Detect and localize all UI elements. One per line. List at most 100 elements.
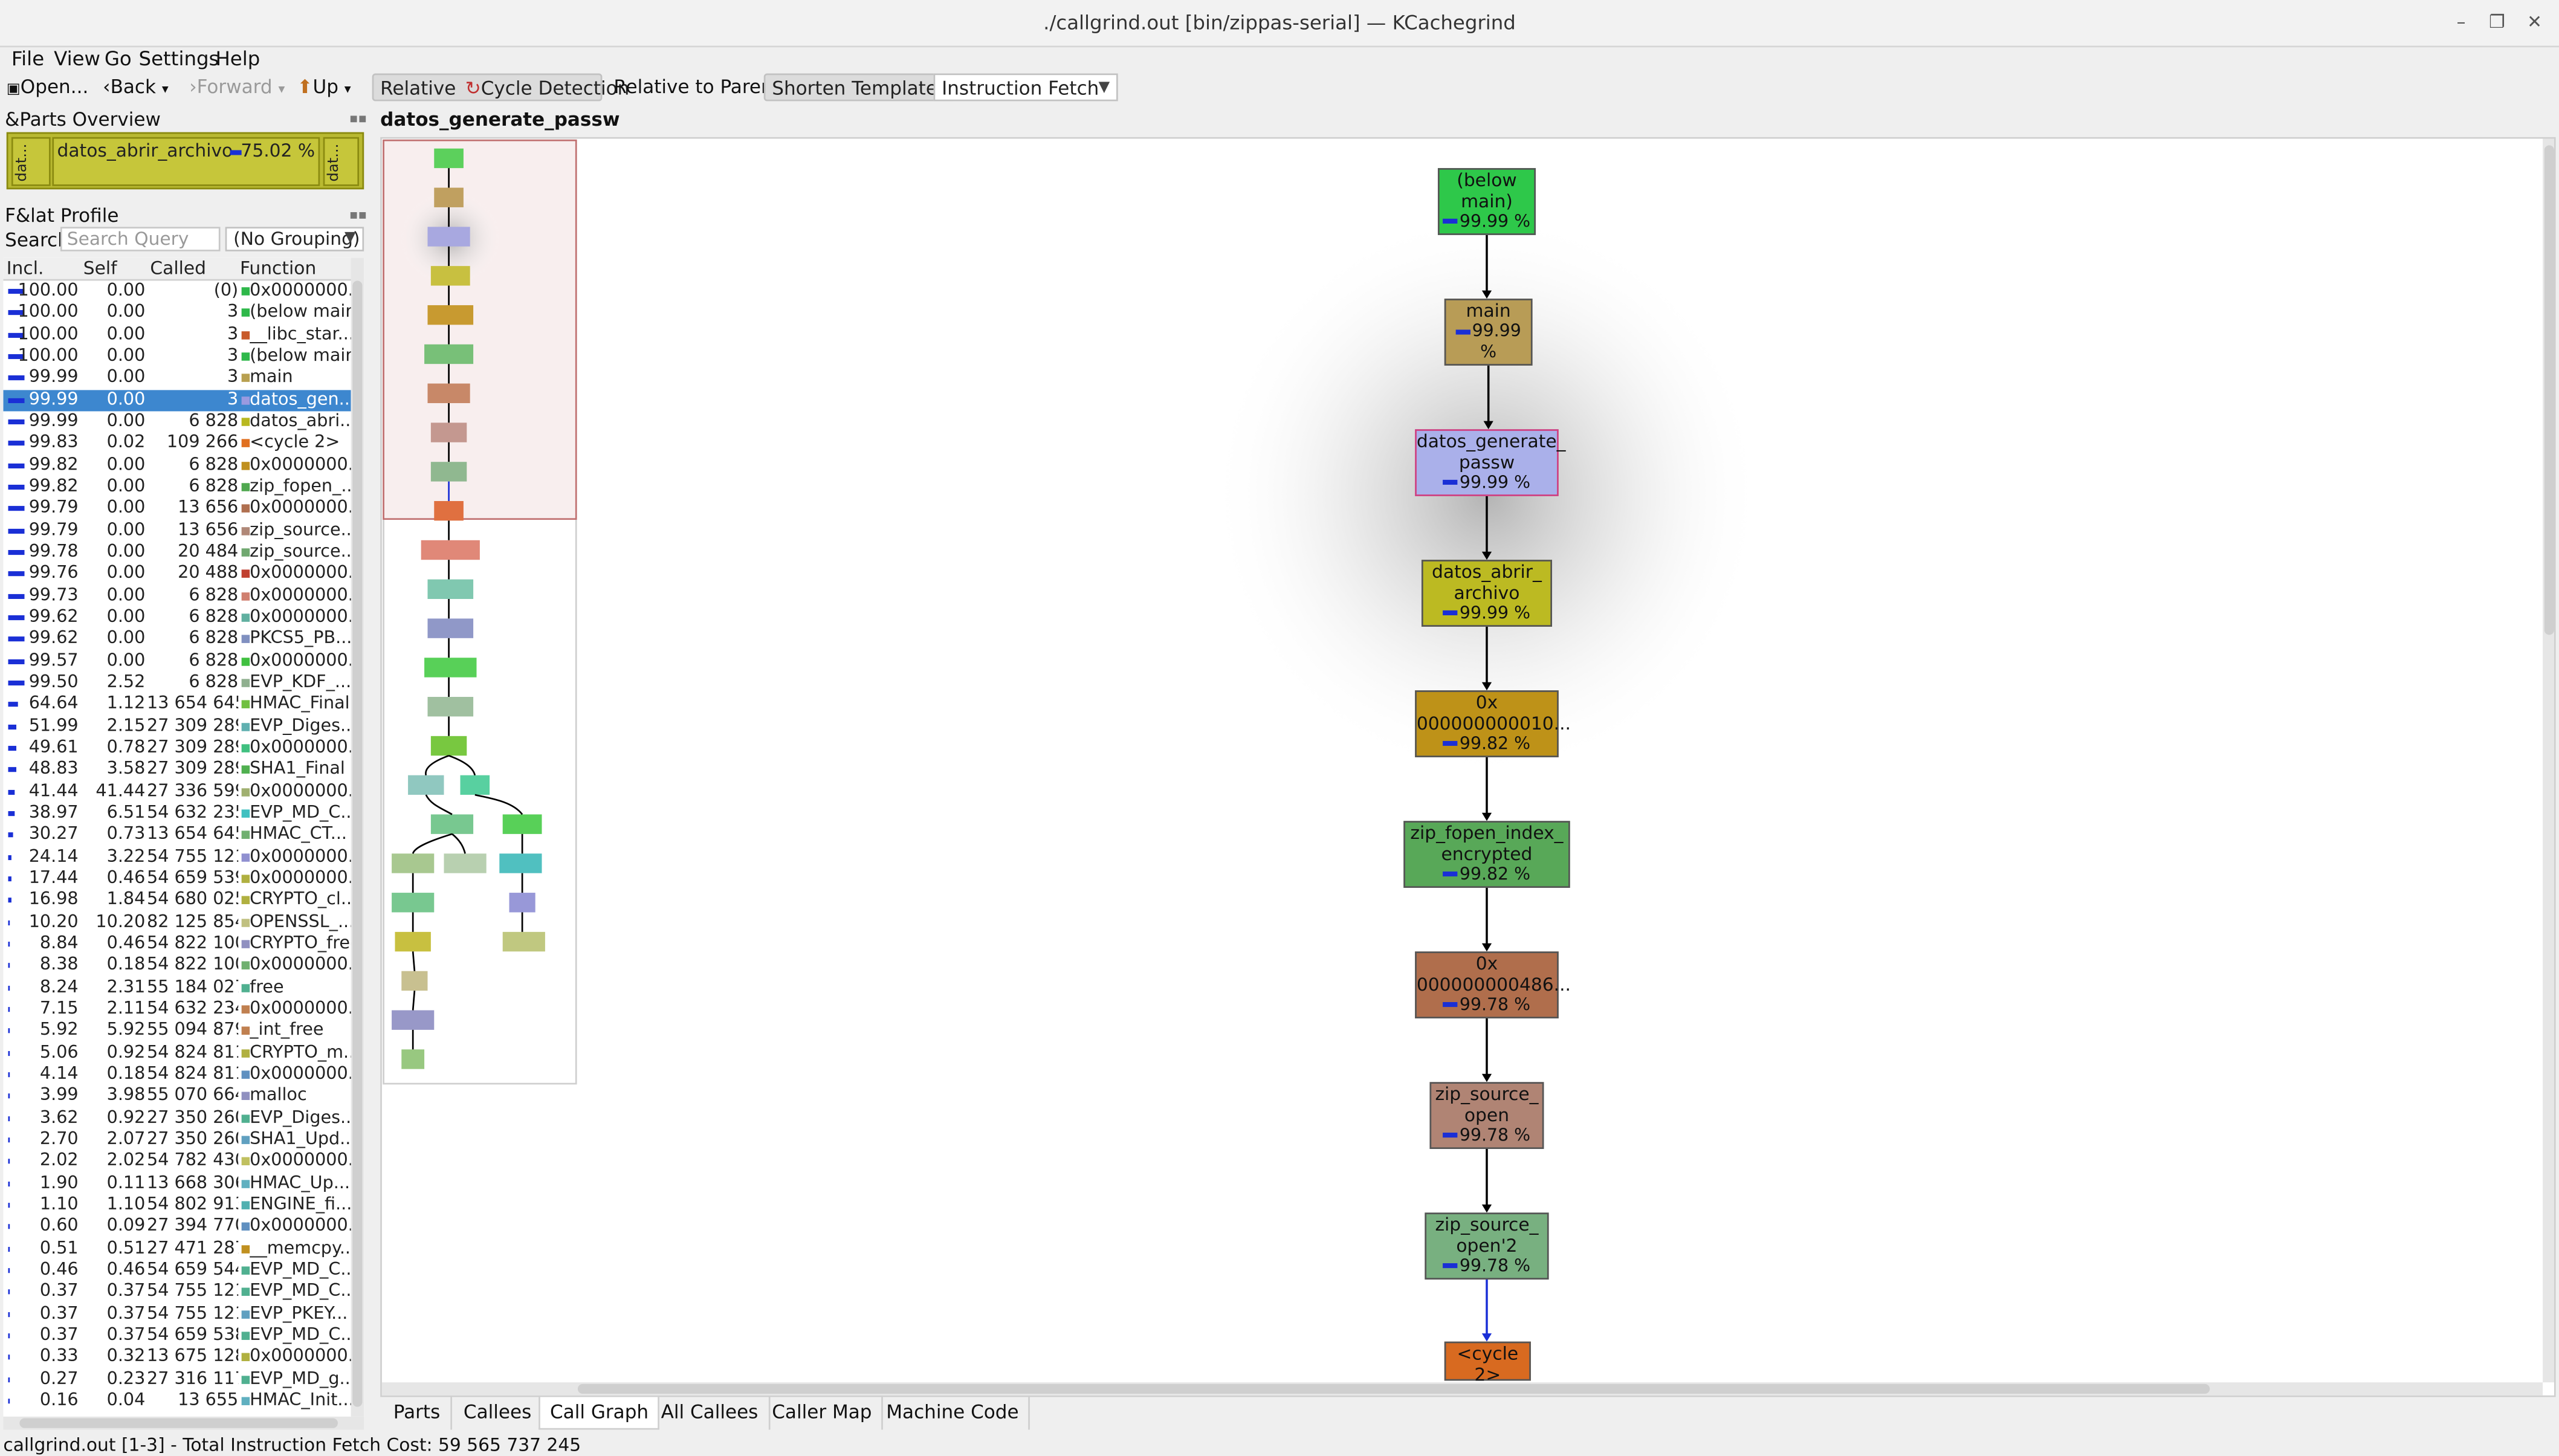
tab-caller-map[interactable]: Caller Map	[762, 1397, 884, 1430]
table-row[interactable]: 41.4441.4427 336 5990x0000000...	[3, 781, 352, 803]
col-incl[interactable]: Incl.	[7, 258, 44, 279]
table-row[interactable]: 99.99 0.00 3 datos_gen...	[3, 389, 352, 412]
table-row[interactable]: 0.60 0.0927 394 770 0x0000000...	[3, 1216, 352, 1238]
menu-help[interactable]: Help	[215, 47, 260, 70]
event-type-select[interactable]: Instruction Fetch ▼	[933, 73, 1118, 102]
table-row[interactable]: 2.70 2.07 27 350 260 SHA1_Upd...	[3, 1129, 352, 1151]
graph-node[interactable]: datos_generate_ passw 99.99 %	[1415, 429, 1566, 496]
graph-node[interactable]: zip_fopen_index_ encrypted 99.82 %	[1403, 821, 1570, 888]
restore-icon[interactable]: ❐	[2484, 10, 2510, 36]
tab-callees[interactable]: Callees	[454, 1397, 543, 1430]
table-row[interactable]: 0.33 0.3213 675 128 0x0000000...	[3, 1347, 352, 1368]
table-hscrollbar-thumb[interactable]	[19, 1418, 338, 1428]
back-menu-icon[interactable]: ▾	[162, 82, 169, 96]
overview-part-main[interactable]: datos_abrir_archivo 75.02 %	[52, 137, 320, 186]
table-row[interactable]: 2.022.0254 782 4300x0000000...	[3, 1151, 352, 1173]
graph-hscrollbar[interactable]	[381, 1382, 2543, 1396]
relative-toggle[interactable]: Relative	[380, 77, 456, 100]
open-button[interactable]: ▣Open...	[7, 75, 89, 98]
table-row[interactable]: 99.79 0.00 13 656 0x0000000...	[3, 498, 352, 520]
table-hscrollbar[interactable]	[3, 1416, 364, 1430]
table-row[interactable]: 99.78 0.00 20 484 zip_source...	[3, 542, 352, 563]
table-row[interactable]: 99.82 0.00 6 828 zip_fopen_...	[3, 476, 352, 498]
table-row[interactable]: 99.82 0.00 6 828 0x0000000...	[3, 455, 352, 476]
table-row[interactable]: 8.38 0.1854 822 100 0x0000000...	[3, 955, 352, 977]
shorten-templates-toggle[interactable]: Shorten Templates	[763, 73, 956, 102]
panner-viewport[interactable]	[383, 139, 577, 520]
table-row[interactable]: 3.62 0.92 27 350 260 EVP_Diges...	[3, 1107, 352, 1129]
table-row[interactable]: 99.62 0.00 6 828 PKCS5_PB...	[3, 629, 352, 650]
forward-menu-icon[interactable]: ▾	[278, 82, 285, 96]
relative-to-parent-toggle[interactable]: Relative to Parent	[613, 75, 780, 98]
graph-node[interactable]: zip_source_ open 99.78 %	[1429, 1082, 1544, 1150]
table-row[interactable]: 99.50 2.52 6 828 EVP_KDF_...	[3, 672, 351, 694]
table-row[interactable]: 0.37 0.37 54 755 121 EVP_MD_C...	[3, 1281, 352, 1303]
cycle-detection-toggle[interactable]: Cycle Detection	[481, 77, 630, 100]
graph-node[interactable]: 0x 000000000010... 99.82 %	[1415, 690, 1571, 757]
table-row[interactable]: 64.64 1.12 13 654 645 HMAC_Final	[3, 694, 351, 716]
table-row[interactable]: 8.84 0.46 54 822 100 CRYPTO_free	[3, 933, 352, 955]
table-row[interactable]: 5.92 5.92 55 094 879 _int_free	[3, 1020, 351, 1042]
graph-node[interactable]: zip_source_ open'2 99.78 %	[1425, 1212, 1549, 1280]
graph-node[interactable]: datos_abrir_ archivo 99.99 %	[1421, 560, 1552, 627]
grouping-select[interactable]: (No Grouping) ▼	[225, 227, 364, 251]
up-menu-icon[interactable]: ▾	[345, 82, 351, 96]
table-row[interactable]: 99.76 0.00 20 488 0x0000000...	[3, 563, 352, 585]
table-scrollbar-thumb[interactable]	[352, 280, 363, 1407]
tab-all-callees[interactable]: All Callees	[651, 1397, 770, 1430]
overview-part-right[interactable]: dat...	[323, 137, 360, 186]
table-row[interactable]: 99.57 0.00 6 828 0x0000000...	[3, 650, 352, 672]
table-row[interactable]: 0.37 0.37 54 755 121 EVP_PKEY...	[3, 1303, 351, 1325]
col-self[interactable]: Self	[83, 258, 117, 279]
back-button[interactable]: ‹Back ▾	[103, 75, 169, 98]
table-row[interactable]: 99.79 0.00 13 656 zip_source...	[3, 520, 352, 542]
tab-call-graph[interactable]: Call Graph	[539, 1397, 661, 1430]
search-input[interactable]: Search Query	[60, 227, 221, 251]
menu-go[interactable]: Go	[105, 47, 132, 70]
graph-node[interactable]: <cycle 2>	[1444, 1341, 1531, 1384]
table-row[interactable]: 0.37 0.37 54 659 538 EVP_MD_C...	[3, 1325, 352, 1347]
tab-parts[interactable]: Parts	[384, 1397, 452, 1430]
table-row[interactable]: 99.73 0.00 6 828 0x0000000...	[3, 585, 352, 607]
graph-node[interactable]: main 99.99 %	[1444, 299, 1533, 366]
table-row[interactable]: 99.62 0.00 6 828 0x0000000...	[3, 607, 352, 629]
table-row[interactable]: 30.27 0.73 13 654 645 HMAC_CT...	[3, 824, 351, 846]
table-row[interactable]: 99.99 0.00 3 main	[3, 367, 351, 389]
table-row[interactable]: 100.00 0.00 3 (below main)	[3, 302, 352, 324]
minimize-icon[interactable]: –	[2448, 10, 2474, 36]
table-row[interactable]: 51.99 2.15 27 309 289 EVP_Diges...	[3, 716, 352, 737]
table-row[interactable]: 1.90 0.11 13 668 306 HMAC_Up...	[3, 1173, 351, 1194]
table-row[interactable]: 16.98 1.84 54 680 025 CRYPTO_cl...	[3, 890, 352, 911]
table-row[interactable]: 38.97 6.51 54 632 235 EVP_MD_C...	[3, 803, 352, 824]
dock-float-icon[interactable]: ▪▪	[349, 111, 367, 126]
menu-file[interactable]: File	[11, 47, 44, 70]
table-row[interactable]: 24.14 3.2254 755 121 0x0000000...	[3, 846, 352, 868]
parts-overview-map[interactable]: dat... datos_abrir_archivo 75.02 % dat..…	[6, 132, 364, 190]
table-row[interactable]: 100.00 0.00 (0) 0x0000000...	[3, 280, 352, 302]
overview-part-left[interactable]: dat...	[11, 137, 51, 186]
graph-node[interactable]: (below main) 99.99 %	[1437, 168, 1536, 235]
up-button[interactable]: ⬆Up ▾	[297, 75, 351, 98]
table-row[interactable]: 0.46 0.46 54 659 544 EVP_MD_C...	[3, 1260, 352, 1281]
forward-button[interactable]: ›Forward ▾	[189, 75, 285, 98]
dock-float-icon-2[interactable]: ▪▪	[349, 207, 367, 222]
table-scrollbar[interactable]	[351, 257, 364, 1417]
table-row[interactable]: 0.51 0.51 27 471 287 __memcpy...	[3, 1238, 352, 1260]
table-row[interactable]: 100.00 0.00 3 (below main)	[3, 346, 352, 367]
table-row[interactable]: 48.83 3.58 27 309 289 SHA1_Final	[3, 759, 351, 781]
table-row[interactable]: 0.16 0.04 13 655 HMAC_Init...	[3, 1390, 352, 1412]
col-called[interactable]: Called	[150, 258, 206, 279]
table-row[interactable]: 99.83 0.02 109 266 <cycle 2>	[3, 433, 351, 455]
close-icon[interactable]: ✕	[2522, 10, 2548, 36]
graph-vscrollbar-thumb[interactable]	[2544, 145, 2554, 635]
table-row[interactable]: 7.15 2.1154 632 234 0x0000000...	[3, 998, 352, 1020]
table-row[interactable]: 3.99 3.98 55 070 664 malloc	[3, 1086, 351, 1107]
call-graph-canvas[interactable]: (below main) 99.99 % main 99.99 % datos_gener…	[380, 137, 2556, 1397]
graph-node[interactable]: 0x 000000000486... 99.78 %	[1415, 951, 1571, 1018]
table-row[interactable]: 8.24 2.31 55 184 027 free	[3, 977, 351, 998]
graph-vscrollbar[interactable]	[2543, 138, 2554, 1383]
graph-hscrollbar-thumb[interactable]	[577, 1383, 2210, 1394]
flat-profile-table[interactable]: Incl. Self Called Function 100.00 0.00 (0)…	[3, 257, 364, 1417]
table-row[interactable]: 1.10 1.10 54 802 913 ENGINE_fi...	[3, 1194, 352, 1216]
table-row[interactable]: 10.20 10.20 82 125 854 OPENSSL_...	[3, 911, 352, 933]
